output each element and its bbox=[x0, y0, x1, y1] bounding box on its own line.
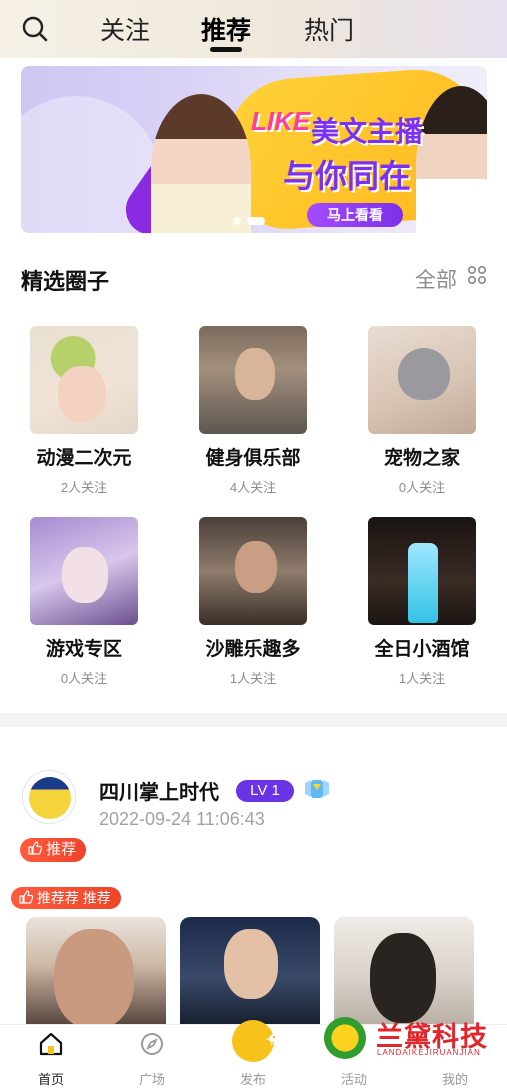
search-icon[interactable] bbox=[20, 14, 50, 44]
circle-name: 沙雕乐趣多 bbox=[205, 639, 301, 660]
circle-card[interactable]: 沙雕乐趣多 1人关注 bbox=[173, 517, 333, 687]
tabbar-label: 活动 bbox=[340, 1072, 367, 1087]
banner-subtitle: 与你同在 bbox=[283, 158, 412, 194]
post-username[interactable]: 四川掌上时代 bbox=[99, 776, 219, 805]
brand-logo-icon bbox=[324, 1017, 366, 1059]
pagination-dot[interactable] bbox=[233, 217, 241, 225]
circle-card[interactable]: 动漫二次元 2人关注 bbox=[4, 326, 164, 496]
watermark-logo: 兰黛科技 LANDAIKEJIRUANJIAN bbox=[322, 1015, 492, 1060]
publish-button[interactable] bbox=[232, 1020, 278, 1062]
circle-name: 游戏专区 bbox=[45, 639, 122, 660]
avatar[interactable] bbox=[22, 770, 76, 824]
circle-followers: 1人关注 bbox=[398, 671, 446, 686]
tabbar-item-home[interactable]: 首页 bbox=[11, 1025, 91, 1089]
tabbar-label: 首页 bbox=[37, 1072, 64, 1087]
circle-thumbnail bbox=[199, 517, 307, 625]
banner-title: 美文主播 bbox=[311, 116, 424, 147]
tabbar-item-square[interactable]: 广场 bbox=[112, 1025, 192, 1089]
circle-name: 健身俱乐部 bbox=[205, 448, 301, 469]
pagination-dot-active[interactable] bbox=[247, 217, 265, 225]
promo-banner[interactable]: LIKE 美文主播 与你同在 马上看看 bbox=[21, 66, 487, 233]
tabbar-label: 广场 bbox=[138, 1072, 165, 1087]
grid-icon[interactable] bbox=[467, 265, 487, 285]
circle-thumbnail bbox=[368, 517, 476, 625]
banner-host-image bbox=[151, 94, 251, 233]
circle-thumbnail bbox=[30, 517, 138, 625]
thumbs-up-icon bbox=[19, 890, 37, 906]
circle-name: 全日小酒馆 bbox=[374, 639, 470, 660]
top-nav: 关注 推荐 热门 bbox=[0, 0, 507, 58]
circle-followers: 0人关注 bbox=[398, 480, 446, 495]
tabbar-label: 我的 bbox=[441, 1072, 468, 1087]
circle-card[interactable]: 全日小酒馆 1人关注 bbox=[342, 517, 502, 687]
topic-tag[interactable]: 推荐荐 推荐 bbox=[11, 887, 121, 909]
rocket-icon bbox=[265, 1033, 278, 1046]
thumbs-up-icon bbox=[28, 841, 46, 858]
circle-thumbnail bbox=[199, 326, 307, 434]
active-tab-indicator bbox=[210, 47, 242, 52]
tab-hot[interactable]: 热门 bbox=[303, 11, 355, 47]
recommend-tag: 推荐 bbox=[20, 838, 87, 862]
tabbar-item-publish[interactable]: 发布 bbox=[213, 1020, 293, 1089]
circle-name: 动漫二次元 bbox=[36, 448, 132, 469]
view-all-link[interactable]: 全部 bbox=[415, 264, 457, 294]
watermark-subtitle: LANDAIKEJIRUANJIAN bbox=[377, 1048, 481, 1057]
home-icon bbox=[39, 1032, 63, 1056]
banner-brand: LIKE bbox=[251, 106, 311, 136]
topic-tag-label: 推荐荐 推荐 bbox=[36, 890, 111, 906]
tab-recommend[interactable]: 推荐 bbox=[200, 11, 252, 47]
compass-icon bbox=[141, 1033, 163, 1055]
circle-card[interactable]: 游戏专区 0人关注 bbox=[4, 517, 164, 687]
recommend-tag-label: 推荐 bbox=[46, 841, 77, 858]
circle-followers: 0人关注 bbox=[60, 671, 108, 686]
circle-followers: 2人关注 bbox=[60, 480, 108, 495]
circle-name: 宠物之家 bbox=[383, 448, 460, 469]
section-divider bbox=[0, 713, 507, 727]
circle-thumbnail bbox=[30, 326, 138, 434]
tab-follow[interactable]: 关注 bbox=[99, 11, 151, 47]
medal-icon bbox=[302, 777, 332, 803]
level-badge: LV 1 bbox=[236, 780, 294, 802]
circle-followers: 1人关注 bbox=[229, 671, 277, 686]
circle-card[interactable]: 健身俱乐部 4人关注 bbox=[173, 326, 333, 496]
circle-thumbnail bbox=[368, 326, 476, 434]
circle-followers: 4人关注 bbox=[229, 480, 277, 495]
banner-pagination bbox=[233, 217, 265, 225]
section-title: 精选圈子 bbox=[21, 269, 110, 294]
banner-cta-button[interactable]: 马上看看 bbox=[307, 203, 403, 227]
tabbar-label: 发布 bbox=[239, 1072, 266, 1087]
post-photo[interactable] bbox=[180, 917, 320, 1037]
circle-card[interactable]: 宠物之家 0人关注 bbox=[342, 326, 502, 496]
post-photo[interactable] bbox=[26, 917, 166, 1037]
post-timestamp: 2022-09-24 11:06:43 bbox=[99, 809, 265, 829]
